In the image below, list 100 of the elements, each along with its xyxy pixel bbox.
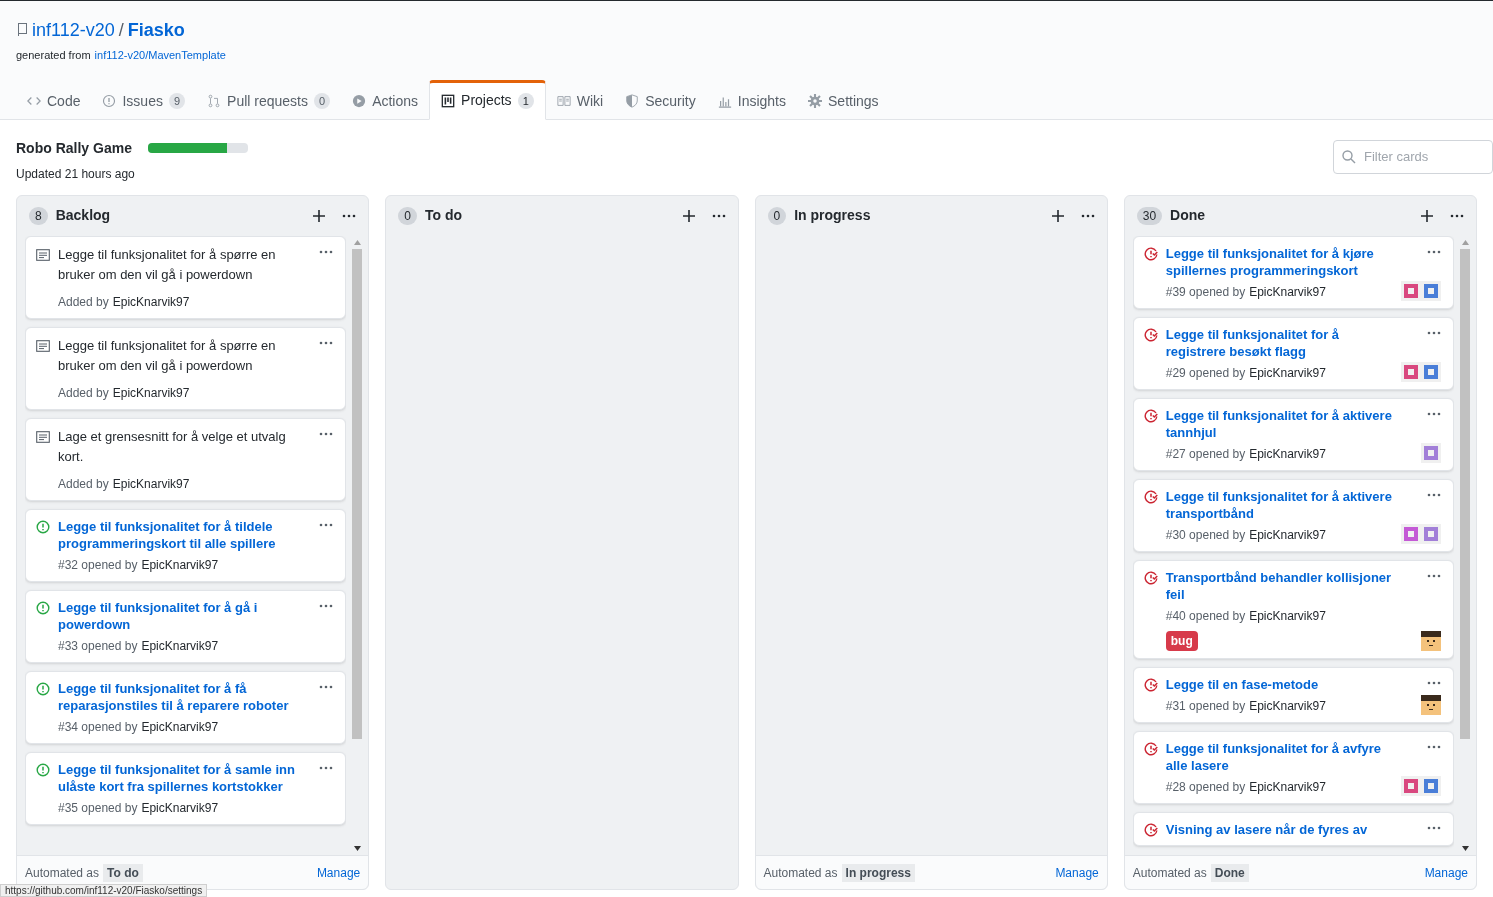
scrollbar-thumb[interactable]	[1460, 248, 1470, 739]
project-card[interactable]: Legge til en fase-metode #31 opened by EpicKnarvik97	[1132, 666, 1454, 723]
settings-icon	[808, 94, 822, 108]
book-icon	[556, 94, 571, 108]
project-title: Robo Rally Game	[16, 138, 132, 158]
card-title[interactable]: Visning av lasere når de fyres av	[1165, 820, 1419, 838]
template-link[interactable]: inf112-v20/MavenTemplate	[94, 47, 226, 64]
project-card[interactable]: Lage et grensesnitt for å velge et utvalg kort. Added by EpicKnarvik97	[25, 417, 347, 501]
closed-issue-icon	[1143, 741, 1158, 756]
card-title[interactable]: Legge til funksjonalitet for å aktivere tannhjul	[1165, 406, 1413, 441]
manage-link[interactable]: Manage	[316, 863, 361, 882]
author-name[interactable]: EpicKnarvik97	[1249, 777, 1326, 796]
column-title: To do	[424, 206, 463, 225]
search-icon	[1342, 149, 1356, 164]
tab-count: 0	[314, 93, 331, 109]
manage-link[interactable]: Manage	[1424, 863, 1468, 882]
tab-count: 1	[517, 92, 534, 109]
issue-icon	[102, 94, 117, 108]
card-title: Legge til funksjonalitet for å spørre en bruker om den vil gå i powerdown	[58, 336, 277, 375]
project-card[interactable]: Legge til funksjonalitet for å aktivere transportbånd #30 opened by EpicKnarvik97	[1132, 478, 1454, 552]
card-title[interactable]: Legge til funksjonalitet for å aktivere transportbånd	[1165, 487, 1393, 522]
project-card[interactable]: Legge til funksjonalitet for å spørre en bruker om den vil gå i powerdown Added by EpicKnarvik97	[25, 326, 347, 410]
author-name[interactable]: EpicKnarvik97	[1249, 363, 1326, 382]
column-title: Done	[1170, 206, 1207, 225]
user-avatar-icon	[1421, 694, 1441, 715]
card-title[interactable]: Legge til funksjonalitet for å få reparasjonstiles til å reparere roboter	[58, 679, 312, 714]
card-meta-text: #35 opened by	[58, 799, 138, 817]
card-title[interactable]: Legge til en fase-metode	[1165, 675, 1413, 693]
automation-label: Automated as	[1132, 864, 1207, 882]
closed-issue-icon	[1143, 822, 1158, 837]
card-title[interactable]: Legge til funksjonalitet for å avfyre alle lasere	[1165, 739, 1393, 774]
card-meta-text: Added by	[58, 475, 109, 493]
nav-tab[interactable]: Wiki	[545, 79, 615, 120]
author-name[interactable]: EpicKnarvik97	[1249, 444, 1326, 463]
card-title[interactable]: Legge til funksjonalitet for å registrere besøkt flagg	[1165, 325, 1393, 360]
scrollbar-thumb[interactable]	[352, 248, 363, 739]
card-meta-text: #31 opened by	[1165, 697, 1246, 715]
automation-label: Automated as	[25, 864, 100, 882]
project-card[interactable]: Transportbånd behandler kollisjoner feil #40 opened by EpicKnarvik97 bug	[1132, 559, 1454, 659]
nav-tab[interactable]: Security	[614, 79, 707, 120]
add-icon	[1050, 208, 1065, 223]
project-card[interactable]: Visning av lasere når de fyres av	[1132, 811, 1454, 846]
identicon-avatar-icon	[1401, 775, 1421, 796]
project-card[interactable]: Legge til funksjonalitet for å aktivere tannhjul #27 opened by EpicKnarvik97	[1132, 397, 1454, 471]
note-icon	[36, 338, 50, 353]
scroll-up-icon	[1461, 239, 1469, 245]
project-card[interactable]: Legge til funksjonalitet for å registrere besøkt flagg #29 opened by EpicKnarvik97	[1132, 316, 1454, 390]
card-meta-text: #39 opened by	[1165, 283, 1246, 301]
card-title[interactable]: Legge til funksjonalitet for å kjøre spillernes programmeringskort	[1165, 244, 1393, 279]
nav-tab[interactable]: Pull requests 0	[196, 79, 342, 120]
project-card[interactable]: Legge til funksjonalitet for å spørre en bruker om den vil gå i powerdown Added by EpicKnarvik97	[25, 235, 347, 319]
author-name[interactable]: EpicKnarvik97	[1249, 606, 1326, 625]
add-icon	[681, 208, 696, 223]
author-name[interactable]: EpicKnarvik97	[141, 798, 219, 817]
nav-tab[interactable]: Actions	[341, 79, 430, 120]
card-title[interactable]: Transportbånd behandler kollisjoner feil	[1165, 568, 1413, 603]
tab-count: 9	[168, 93, 186, 109]
nav-tab[interactable]: Insights	[706, 79, 797, 120]
author-name[interactable]: EpicKnarvik97	[112, 383, 190, 402]
generated-from-text: generated from	[16, 48, 91, 63]
author-name[interactable]: EpicKnarvik97	[141, 717, 219, 736]
project-card[interactable]: Legge til funksjonalitet for å avfyre alle lasere #28 opened by EpicKnarvik97	[1132, 730, 1454, 804]
author-name[interactable]: EpicKnarvik97	[1249, 525, 1326, 544]
repo-owner-link[interactable]: inf112-v20	[32, 19, 115, 41]
card-title[interactable]: Legge til funksjonalitet for å tildele programmeringskort til alle spillere	[58, 517, 312, 552]
open-issue-icon	[36, 600, 50, 615]
identicon-avatar-icon	[1421, 523, 1441, 544]
author-name[interactable]: EpicKnarvik97	[112, 292, 190, 311]
project-card[interactable]: Legge til funksjonalitet for å få reparasjonstiles til å reparere roboter #34 opened by EpicKnarvik97	[25, 670, 347, 744]
project-card[interactable]: Legge til funksjonalitet for å kjøre spillernes programmeringskort #39 opened by EpicKnarvik97	[1132, 235, 1454, 309]
project-card[interactable]: Legge til funksjonalitet for å tildele programmeringskort til alle spillere #32 opened by EpicKnarvik97	[25, 508, 347, 582]
author-name[interactable]: EpicKnarvik97	[1249, 282, 1326, 301]
author-name[interactable]: EpicKnarvik97	[141, 636, 219, 655]
automation-status: To do	[103, 863, 143, 882]
issue-label[interactable]: bug	[1165, 630, 1198, 651]
author-name[interactable]: EpicKnarvik97	[141, 555, 219, 574]
author-name[interactable]: EpicKnarvik97	[1249, 696, 1326, 715]
nav-tab[interactable]: Settings	[797, 79, 890, 120]
card-title[interactable]: Legge til funksjonalitet for å samle inn ulåste kort fra spillernes kortstokker	[58, 760, 312, 795]
identicon-avatar-icon	[1421, 775, 1441, 796]
closed-issue-icon	[1143, 327, 1158, 342]
card-meta-text: #27 opened by	[1165, 445, 1246, 463]
manage-link[interactable]: Manage	[1055, 863, 1099, 882]
closed-issue-icon	[1143, 677, 1158, 692]
open-issue-icon	[36, 519, 50, 534]
nav-tab[interactable]: Issues 9	[91, 79, 197, 120]
author-name[interactable]: EpicKnarvik97	[112, 474, 190, 493]
identicon-avatar-icon	[1421, 442, 1441, 463]
card-title[interactable]: Legge til funksjonalitet for å gå i powerdown	[58, 598, 312, 633]
pull-request-icon	[207, 94, 222, 108]
nav-tab[interactable]: Code	[16, 79, 92, 120]
nav-tab[interactable]: Projects 1	[429, 79, 546, 120]
identicon-avatar-icon	[1421, 280, 1441, 301]
scroll-down-icon	[353, 846, 361, 851]
project-card[interactable]: Legge til funksjonalitet for å samle inn ulåste kort fra spillernes kortstokker #35 opened by EpicKnarvik97	[25, 751, 347, 825]
closed-issue-icon	[1143, 570, 1158, 585]
repo-name-link[interactable]: Fiasko	[127, 19, 185, 41]
project-card[interactable]: Legge til funksjonalitet for å gå i powerdown #33 opened by EpicKnarvik97	[25, 589, 347, 663]
card-meta-text: #40 opened by	[1165, 607, 1246, 625]
filter-field[interactable]: Filter cards	[1333, 139, 1493, 174]
